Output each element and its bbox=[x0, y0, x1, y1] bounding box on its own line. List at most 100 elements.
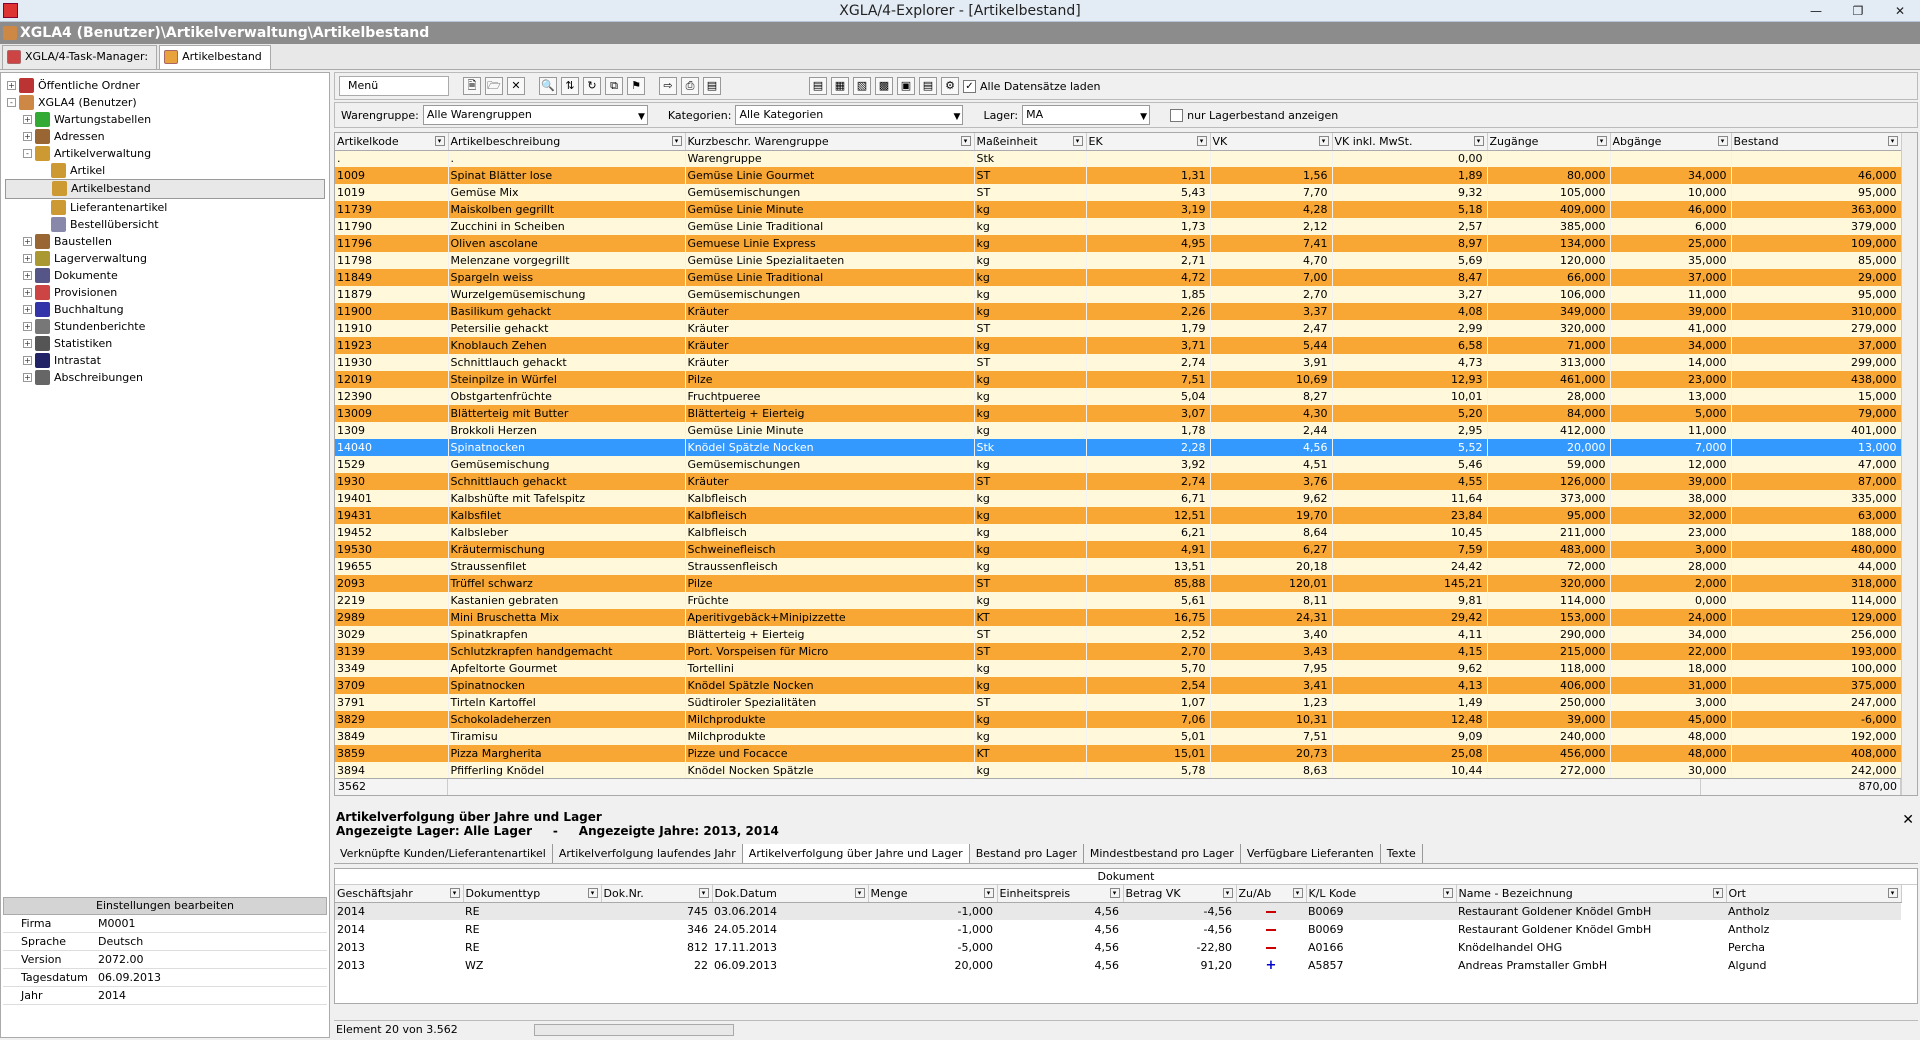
panel-icon[interactable]: ▣ bbox=[897, 77, 915, 95]
filter-icon[interactable]: ▾ bbox=[1712, 888, 1723, 898]
column-header[interactable]: Bestand ▾ bbox=[1731, 133, 1902, 151]
table-row[interactable]: 3849 Tiramisu Milchprodukte kg 5,01 7,51 9,09 2… bbox=[335, 728, 1902, 745]
detail-column-header[interactable]: Dok.Datum ▾ bbox=[712, 885, 869, 903]
restore-button[interactable]: ❐ bbox=[1844, 0, 1872, 22]
filter-icon[interactable]: ▾ bbox=[1473, 136, 1484, 146]
tree-item[interactable]: Lieferantenartikel bbox=[5, 199, 325, 216]
column-header[interactable]: Maßeinheit ▾ bbox=[974, 133, 1087, 151]
filter-icon[interactable]: ▾ bbox=[1887, 136, 1898, 146]
expand-icon[interactable]: + bbox=[23, 305, 32, 314]
load-all-checkbox[interactable]: ✓ bbox=[963, 79, 976, 93]
expand-icon[interactable]: + bbox=[23, 322, 32, 331]
table-row[interactable]: 3859 Pizza Margherita Pizze und Focacce KT 1… bbox=[335, 745, 1902, 762]
nur-lager-checkbox[interactable] bbox=[1170, 108, 1184, 122]
tree-item[interactable]: Artikelbestand bbox=[5, 179, 325, 199]
table-row[interactable]: 11910 Petersilie gehackt Kräuter ST 1,79 2,47… bbox=[335, 320, 1902, 337]
tree-item[interactable]: Bestellübersicht bbox=[5, 216, 325, 233]
table-row[interactable]: 19401 Kalbshüfte mit Tafelspitz Kalbfleisc… bbox=[335, 490, 1902, 507]
settings-value[interactable]: 2072.00 bbox=[98, 951, 327, 968]
table-row[interactable]: 19431 Kalbsfilet Kalbfleisch kg 12,51 19,70 23… bbox=[335, 507, 1902, 524]
bottom-panel-icon[interactable]: ▤ bbox=[919, 77, 937, 95]
detail-column-header[interactable]: Dokumenttyp ▾ bbox=[463, 885, 602, 903]
table-row[interactable]: 1019 Gemüse Mix Gemüsemischungen ST 5,43 7,70… bbox=[335, 184, 1902, 201]
table-row[interactable]: 1529 Gemüsemischung Gemüsemischungen kg 3,92… bbox=[335, 456, 1902, 473]
detail-column-header[interactable]: Dok.Nr. ▾ bbox=[601, 885, 713, 903]
detail-tab[interactable]: Artikelverfolgung laufendes Jahr bbox=[553, 844, 743, 863]
tree-item[interactable]: + Statistiken bbox=[5, 335, 325, 352]
layout-1-icon[interactable]: ▤ bbox=[809, 77, 827, 95]
table-row[interactable]: 19530 Kräutermischung Schweinefleisch kg 4,9… bbox=[335, 541, 1902, 558]
table-row[interactable]: 11849 Spargeln weiss Gemüse Linie Traditio… bbox=[335, 269, 1902, 286]
table-row[interactable]: 1309 Brokkoli Herzen Gemüse Linie Minute kg… bbox=[335, 422, 1902, 439]
table-icon[interactable]: ▩ bbox=[875, 77, 893, 95]
settings-value[interactable]: 2014 bbox=[98, 987, 327, 1004]
table-row[interactable]: 3029 Spinatkrapfen Blätterteig + Eierteig S… bbox=[335, 626, 1902, 643]
kategorien-select[interactable]: Alle Kategorien ▼ bbox=[735, 105, 964, 125]
print-icon[interactable]: ⎙ bbox=[681, 77, 699, 95]
table-row[interactable]: 11923 Knoblauch Zehen Kräuter kg 3,71 5,44 6,5… bbox=[335, 337, 1902, 354]
table-row[interactable]: 19452 Kalbsleber Kalbfleisch kg 6,21 8,64 10,4… bbox=[335, 524, 1902, 541]
table-row[interactable]: 11798 Melenzane vorgegrillt Gemüse Linie S… bbox=[335, 252, 1902, 269]
tree-item[interactable]: + Öffentliche Ordner bbox=[5, 77, 325, 94]
table-row[interactable]: 1930 Schnittlauch gehackt Kräuter ST 2,74 3,7… bbox=[335, 473, 1902, 490]
tree-item[interactable]: + Stundenberichte bbox=[5, 318, 325, 335]
filter-icon[interactable]: ▾ bbox=[671, 136, 682, 146]
expand-icon[interactable]: + bbox=[23, 271, 32, 280]
tree-item[interactable]: + Buchhaltung bbox=[5, 301, 325, 318]
expand-icon[interactable]: + bbox=[23, 356, 32, 365]
filter-icon[interactable]: ▾ bbox=[1072, 136, 1083, 146]
detail-tab[interactable]: Mindestbestand pro Lager bbox=[1084, 844, 1241, 863]
filter-icon[interactable]: ▾ bbox=[1717, 136, 1728, 146]
filter-icon[interactable]: ▾ bbox=[1318, 136, 1329, 146]
detail-column-header[interactable]: K/L Kode ▾ bbox=[1306, 885, 1457, 903]
sort-icon[interactable]: ⇅ bbox=[561, 77, 579, 95]
tree-item[interactable]: - Artikelverwaltung bbox=[5, 145, 325, 162]
collapse-icon[interactable]: - bbox=[7, 98, 16, 107]
filter-icon[interactable]: ▾ bbox=[960, 136, 971, 146]
lager-select[interactable]: MA ▼ bbox=[1022, 105, 1151, 125]
window-icon[interactable]: ▤ bbox=[703, 77, 721, 95]
vertical-scrollbar[interactable] bbox=[1901, 133, 1917, 795]
table-row[interactable]: 3829 Schokoladeherzen Milchprodukte kg 7,06 1… bbox=[335, 711, 1902, 728]
close-button[interactable]: ✕ bbox=[1886, 0, 1914, 22]
export-icon[interactable]: ⇨ bbox=[659, 77, 677, 95]
filter-icon[interactable]: ▾ bbox=[434, 136, 445, 146]
detail-tab[interactable]: Texte bbox=[1381, 844, 1423, 863]
new-icon[interactable]: 🗎 bbox=[463, 77, 481, 95]
filter-icon[interactable]: ▾ bbox=[1222, 888, 1233, 898]
detail-column-header[interactable]: Name - Bezeichnung ▾ bbox=[1456, 885, 1727, 903]
filter-icon[interactable]: ▾ bbox=[1887, 888, 1898, 898]
detail-tab[interactable]: Verknüpfte Kunden/Lieferantenartikel bbox=[334, 844, 553, 863]
detail-row[interactable]: 2014 RE 346 24.05.2014 -1,000 4,56 -4,56 B0069 R… bbox=[335, 920, 1901, 938]
settings-value[interactable]: M0001 bbox=[98, 915, 327, 932]
warengruppe-select[interactable]: Alle Warengruppen ▼ bbox=[422, 105, 648, 125]
table-row[interactable]: 2989 Mini Bruschetta Mix Aperitivgebäck+Mi… bbox=[335, 609, 1902, 626]
tree-item[interactable]: + Intrastat bbox=[5, 352, 325, 369]
settings-icon[interactable]: ⚙ bbox=[941, 77, 959, 95]
column-header[interactable]: Kurzbeschr. Warengruppe ▾ bbox=[685, 133, 975, 151]
detail-row[interactable]: 2013 WZ 22 06.09.2013 20,000 4,56 91,20 + A5857 A… bbox=[335, 956, 1901, 974]
table-row[interactable]: 11879 Wurzelgemüsemischung Gemüsemischunge… bbox=[335, 286, 1902, 303]
menu-button[interactable]: Menü bbox=[339, 76, 449, 96]
tree-item[interactable]: + Provisionen bbox=[5, 284, 325, 301]
grid-icon[interactable]: ▧ bbox=[853, 77, 871, 95]
table-row[interactable]: 3139 Schlutzkrapfen handgemacht Port. Vors… bbox=[335, 643, 1902, 660]
detail-column-header[interactable]: Geschäftsjahr ▾ bbox=[335, 885, 464, 903]
detail-tab[interactable]: Bestand pro Lager bbox=[970, 844, 1084, 863]
collapse-icon[interactable]: - bbox=[23, 149, 32, 158]
column-header[interactable]: EK ▾ bbox=[1086, 133, 1211, 151]
tab-task-manager[interactable]: XGLA/4-Task-Manager: bbox=[2, 45, 158, 69]
search-icon[interactable]: 🔍 bbox=[539, 77, 557, 95]
minimize-button[interactable]: — bbox=[1802, 0, 1830, 22]
table-row[interactable]: 11796 Oliven ascolane Gemuese Linie Expres… bbox=[335, 235, 1902, 252]
flag-icon[interactable]: ⚑ bbox=[627, 77, 645, 95]
tree-item[interactable]: + Lagerverwaltung bbox=[5, 250, 325, 267]
table-row[interactable]: 11930 Schnittlauch gehackt Kräuter ST 2,74 3,… bbox=[335, 354, 1902, 371]
refresh-icon[interactable]: ↻ bbox=[583, 77, 601, 95]
tree-item[interactable]: + Adressen bbox=[5, 128, 325, 145]
tree-item[interactable]: - XGLA4 (Benutzer) bbox=[5, 94, 325, 111]
detail-column-header[interactable]: Zu/Ab ▾ bbox=[1236, 885, 1307, 903]
tab-artikelbestand[interactable]: Artikelbestand bbox=[159, 45, 271, 69]
column-header[interactable]: Artikelkode ▾ bbox=[335, 133, 449, 151]
settings-value[interactable]: Deutsch bbox=[98, 933, 327, 950]
